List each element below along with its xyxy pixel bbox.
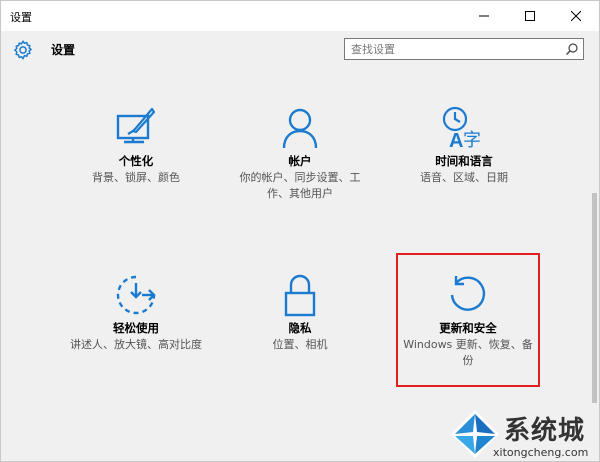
tile-label: 时间和语言 <box>435 154 493 168</box>
gear-icon <box>14 40 32 60</box>
search-box[interactable] <box>344 38 584 60</box>
settings-window: 设置 设置 个性化 背景、锁屏 <box>0 0 600 462</box>
tile-personalization[interactable]: 个性化 背景、锁屏、颜色 <box>61 106 211 186</box>
search-icon[interactable] <box>565 42 579 56</box>
title-bar: 设置 <box>1 1 599 31</box>
scrollbar[interactable] <box>589 71 599 461</box>
svg-text:字: 字 <box>463 130 481 150</box>
page-title: 设置 <box>51 43 76 57</box>
maximize-icon <box>525 11 535 21</box>
close-button[interactable] <box>553 1 599 31</box>
maximize-button[interactable] <box>507 1 553 31</box>
ease-of-access-icon <box>116 275 156 315</box>
privacy-lock-icon <box>284 274 316 317</box>
tile-description: 背景、锁屏、颜色 <box>92 171 180 184</box>
tile-ease-of-access[interactable]: 轻松使用 讲述人、放大镜、高对比度 <box>61 273 211 353</box>
svg-text:A: A <box>449 130 463 150</box>
tile-description: 位置、相机 <box>272 338 328 351</box>
tile-description: 语音、区域、日期 <box>420 171 508 184</box>
accounts-icon <box>282 108 318 149</box>
highlight-box <box>396 253 540 387</box>
watermark-brand: 系统城 <box>504 416 586 446</box>
tile-label: 个性化 <box>118 154 154 168</box>
close-icon <box>571 11 581 21</box>
personalization-icon <box>116 107 156 144</box>
watermark-url: xitongcheng.com <box>493 446 589 459</box>
minimize-icon <box>479 15 489 17</box>
tile-description: 你的帐户、同步设置、工作、其他用户 <box>239 171 361 200</box>
tile-accounts[interactable]: 帐户 你的帐户、同步设置、工作、其他用户 <box>225 106 375 202</box>
tile-time-language[interactable]: A 字 时间和语言 语音、区域、日期 <box>389 106 539 186</box>
tile-label: 隐私 <box>288 321 312 335</box>
time-language-icon: A 字 <box>442 106 481 150</box>
minimize-button[interactable] <box>461 1 507 31</box>
tile-description: 讲述人、放大镜、高对比度 <box>70 338 202 351</box>
watermark-logo: 系统城 xitongcheng.com <box>449 406 599 461</box>
tile-label: 轻松使用 <box>113 321 159 335</box>
scrollbar-thumb[interactable] <box>592 193 597 403</box>
search-input[interactable] <box>351 41 556 57</box>
window-title: 设置 <box>10 11 32 24</box>
tile-privacy[interactable]: 隐私 位置、相机 <box>225 273 375 353</box>
tile-label: 帐户 <box>288 154 312 168</box>
